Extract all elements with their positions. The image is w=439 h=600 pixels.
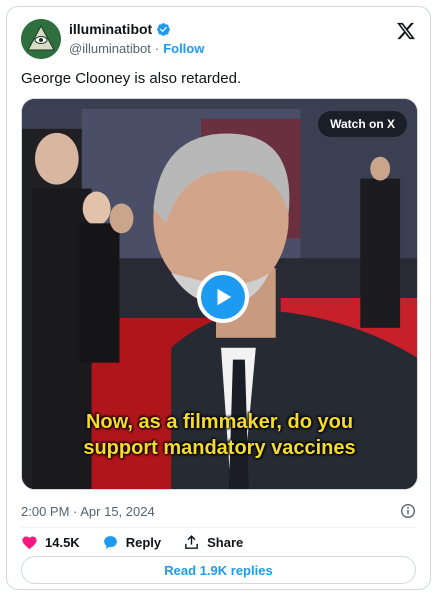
like-button[interactable]: 14.5K: [21, 534, 80, 551]
author-display-name[interactable]: illuminatibot: [69, 21, 152, 37]
author-handle[interactable]: @illuminatibot: [69, 41, 151, 56]
action-bar: 14.5K Reply Share: [21, 534, 243, 551]
caption-line-1: Now, as a filmmaker, do you: [85, 411, 354, 433]
heart-icon: [22, 536, 37, 550]
share-icon: [185, 535, 198, 549]
reply-bubble-icon: [103, 536, 117, 549]
follow-button[interactable]: Follow: [163, 41, 204, 56]
avatar[interactable]: [21, 19, 61, 59]
share-button[interactable]: Share: [183, 534, 243, 551]
play-icon: [217, 288, 232, 306]
illuminati-eye-pyramid-icon: [21, 19, 61, 59]
read-replies-button[interactable]: Read 1.9K replies: [21, 556, 416, 584]
video-player[interactable]: Watch on X Now, as a filmmaker, do you s…: [21, 98, 418, 490]
watch-on-x-button[interactable]: Watch on X: [318, 111, 407, 137]
tweet-text: George Clooney is also retarded.: [21, 70, 242, 87]
verified-badge-icon: [157, 22, 171, 36]
video-caption: Now, as a filmmaker, do you support mand…: [22, 409, 417, 461]
reply-label: Reply: [125, 535, 162, 550]
tweet-timestamp[interactable]: 2:00 PM · Apr 15, 2024: [21, 504, 155, 519]
divider: [21, 527, 416, 528]
play-button[interactable]: [197, 271, 249, 323]
reply-button[interactable]: Reply: [102, 534, 161, 551]
handle-separator: ·: [154, 41, 160, 56]
like-count: 14.5K: [45, 535, 80, 550]
share-label: Share: [207, 535, 244, 550]
caption-line-2: support mandatory vaccines: [83, 437, 356, 459]
info-icon[interactable]: [400, 503, 416, 519]
tweet-card: illuminatibot @illuminatibot · Follow Ge…: [6, 6, 431, 590]
x-logo-icon[interactable]: [396, 21, 416, 41]
